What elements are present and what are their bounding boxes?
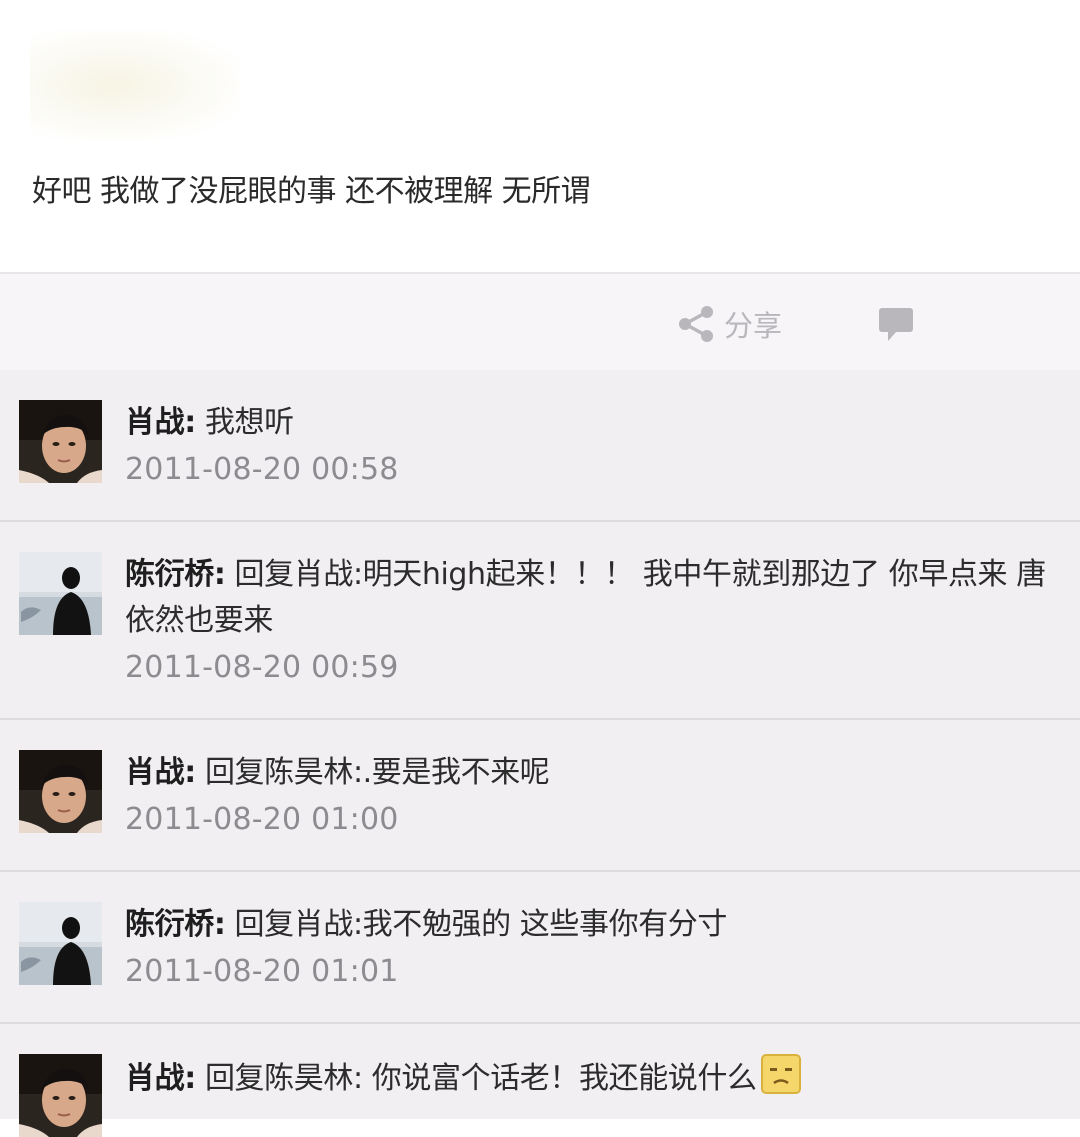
comment-timestamp: 2011-08-20 00:58 xyxy=(125,452,399,487)
comment-timestamp: 2011-08-20 00:59 xyxy=(125,650,399,685)
avatar[interactable] xyxy=(19,750,102,833)
comment-item: 肖战: 回复陈昊林:.要是我不来呢 2011-08-20 01:00 xyxy=(0,720,1080,872)
comment-author[interactable]: 陈衍桥 xyxy=(125,907,214,942)
comment-author[interactable]: 肖战 xyxy=(125,1061,185,1096)
avatar[interactable] xyxy=(19,552,102,635)
comment-icon xyxy=(876,304,916,344)
post-actions-bar: 分享 xyxy=(0,272,1080,372)
comment-text: 回复肖战:我不勉强的 这些事你有分寸 xyxy=(225,907,728,942)
share-label: 分享 xyxy=(724,309,783,343)
avatar[interactable] xyxy=(19,902,102,985)
comment-timestamp: 2011-08-20 01:01 xyxy=(125,954,399,989)
avatar[interactable] xyxy=(19,400,102,483)
poster-avatar[interactable] xyxy=(30,30,240,140)
comment-item: 肖战: 回复陈昊林: 你说富个话老！我还能说什么 xyxy=(0,1024,1080,1119)
share-icon xyxy=(676,304,716,344)
comment-text: 我想听 xyxy=(195,405,294,440)
comment-author[interactable]: 陈衍桥 xyxy=(125,557,214,592)
author-separator: : xyxy=(213,557,226,592)
comment-timestamp: 2011-08-20 01:00 xyxy=(125,802,399,837)
share-button[interactable]: 分享 xyxy=(676,304,782,344)
comment-item: 陈衍桥: 回复肖战:我不勉强的 这些事你有分寸 2011-08-20 01:01 xyxy=(0,872,1080,1024)
comment-text: 回复肖战:明天high起来！！！ 我中午就到那边了 你早点来 唐依然也要来 xyxy=(125,557,1046,638)
author-separator: : xyxy=(184,405,196,440)
comment-text: 回复陈昊林: 你说富个话老！我还能说什么 xyxy=(195,1061,757,1096)
author-separator: : xyxy=(184,1061,196,1096)
post-text: 好吧 我做了没屁眼的事 还不被理解 无所谓 xyxy=(32,174,591,209)
author-separator: : xyxy=(184,755,196,790)
comment-item: 肖战: 我想听 2011-08-20 00:58 xyxy=(0,370,1080,522)
comment-author[interactable]: 肖战 xyxy=(125,405,185,440)
embarrassed-emoji-icon xyxy=(760,1054,801,1094)
comment-author[interactable]: 肖战 xyxy=(125,755,185,790)
comment-button[interactable] xyxy=(876,304,916,344)
avatar[interactable] xyxy=(19,1054,102,1137)
comment-text: 回复陈昊林:.要是我不来呢 xyxy=(195,755,550,790)
author-separator: : xyxy=(213,907,226,942)
comment-item: 陈衍桥: 回复肖战:明天high起来！！！ 我中午就到那边了 你早点来 唐依然也… xyxy=(0,522,1080,720)
post-header: 好吧 我做了没屁眼的事 还不被理解 无所谓 xyxy=(0,0,1080,272)
comment-list: 肖战: 我想听 2011-08-20 00:58 陈衍桥: 回复肖战:明天hig… xyxy=(0,370,1080,1119)
